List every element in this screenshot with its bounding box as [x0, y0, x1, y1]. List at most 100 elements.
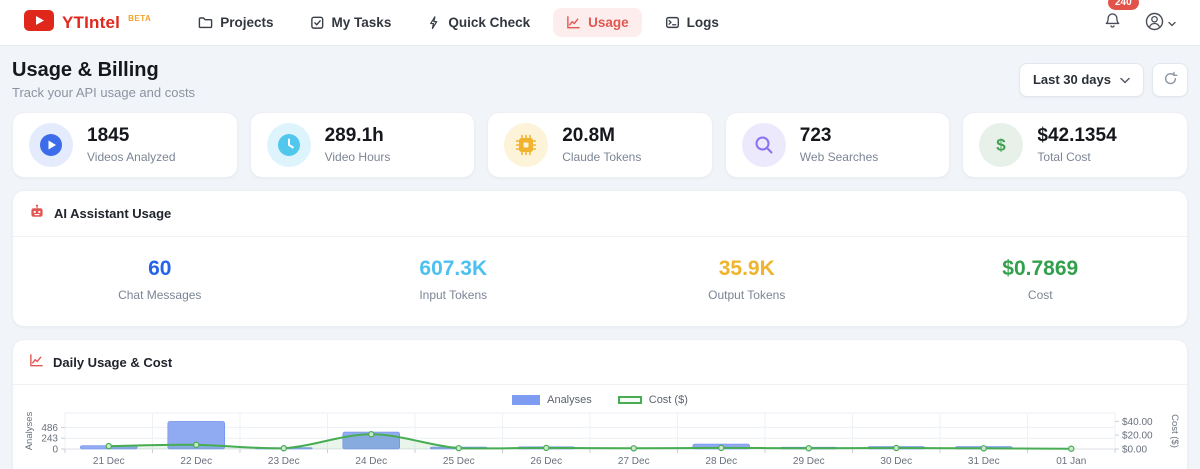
svg-text:01 Jan: 01 Jan — [1056, 456, 1086, 467]
nav-item-quick-check[interactable]: Quick Check — [414, 8, 543, 37]
stat-cards-row: 1845 Videos Analyzed 289.1h Video Hours … — [12, 112, 1188, 178]
date-range-select[interactable]: Last 30 days — [1018, 62, 1144, 97]
svg-text:25 Dec: 25 Dec — [443, 456, 475, 467]
ai-stat-value: 35.9K — [718, 257, 775, 280]
svg-text:$: $ — [997, 136, 1007, 155]
usage-chart-icon — [566, 15, 581, 30]
svg-text:0: 0 — [52, 445, 58, 456]
stat-card-videos-analyzed: 1845 Videos Analyzed — [12, 112, 238, 178]
chevron-down-icon — [1168, 15, 1176, 30]
svg-text:Analyses: Analyses — [24, 411, 35, 450]
robot-icon — [29, 204, 45, 223]
page-title: Usage & Billing — [12, 59, 159, 81]
avatar-icon — [1144, 11, 1165, 35]
nav-item-label: Usage — [588, 15, 629, 30]
daily-usage-chart: 486 243 0 $40.00 $20.00 $0.00 21 Dec 22 Dec 23 D… — [13, 407, 1187, 469]
ai-stat-input-tokens: 607.3K Input Tokens — [307, 257, 601, 302]
svg-text:$40.00: $40.00 — [1122, 417, 1153, 428]
nav-item-label: Logs — [686, 15, 719, 30]
clock-icon — [266, 123, 311, 167]
ai-usage-stats: 60 Chat Messages 607.3K Input Tokens 35.… — [13, 237, 1187, 326]
svg-text:30 Dec: 30 Dec — [880, 456, 912, 467]
stat-label: Video Hours — [324, 149, 391, 164]
svg-text:23 Dec: 23 Dec — [268, 456, 300, 467]
stat-card-total-cost: $ $42.1354 Total Cost — [962, 112, 1188, 178]
ai-stat-label: Output Tokens — [708, 288, 786, 302]
ai-stat-value: 607.3K — [419, 257, 488, 280]
stat-value: 1845 — [87, 125, 130, 147]
brand[interactable]: YTIntel BETA — [24, 9, 151, 36]
page-header: Usage & Billing Track your API usage and… — [12, 59, 1188, 100]
folder-icon — [198, 15, 213, 30]
svg-text:28 Dec: 28 Dec — [705, 456, 737, 467]
nav-item-label: My Tasks — [331, 15, 392, 30]
svg-text:31 Dec: 31 Dec — [968, 456, 1000, 467]
bell-icon — [1103, 13, 1122, 34]
tasks-icon — [310, 15, 325, 30]
ai-stat-value: 60 — [148, 257, 172, 280]
user-menu-button[interactable] — [1144, 11, 1176, 35]
youtube-play-logo-icon — [24, 9, 54, 36]
ai-stat-label: Chat Messages — [118, 288, 202, 302]
svg-text:$20.00: $20.00 — [1122, 431, 1153, 442]
stat-card-web-searches: 723 Web Searches — [724, 112, 951, 178]
logs-icon — [665, 15, 680, 30]
svg-text:Cost ($): Cost ($) — [1169, 414, 1179, 448]
refresh-button[interactable] — [1152, 62, 1188, 97]
stat-label: Total Cost — [1037, 149, 1091, 164]
chip-icon — [504, 123, 549, 167]
daily-usage-cost-panel: Daily Usage & Cost Analyses Cost ($) 486… — [12, 339, 1188, 469]
svg-text:24 Dec: 24 Dec — [355, 456, 387, 467]
ai-stat-chat-messages: 60 Chat Messages — [13, 257, 307, 302]
nav-item-usage[interactable]: Usage — [553, 8, 642, 37]
analyses-swatch — [512, 395, 541, 405]
ai-stat-label: Input Tokens — [419, 288, 488, 302]
stat-card-video-hours: 289.1h Video Hours — [249, 112, 476, 178]
nav-items: Projects My Tasks Quick Check Usage Logs — [185, 8, 732, 37]
ai-stat-cost: $0.7869 Cost — [894, 257, 1188, 302]
stat-value: 723 — [799, 125, 832, 147]
nav-item-label: Quick Check — [448, 15, 531, 30]
stat-label: Claude Tokens — [562, 149, 642, 164]
svg-text:27 Dec: 27 Dec — [618, 456, 650, 467]
notification-count-badge: 240 — [1108, 0, 1139, 10]
brand-name: YTIntel — [62, 12, 121, 32]
line-chart-icon — [29, 353, 44, 371]
play-icon — [29, 123, 73, 167]
ai-stat-label: Cost — [1027, 288, 1053, 302]
date-range-value: Last 30 days — [1032, 72, 1111, 87]
nav-item-label: Projects — [220, 15, 274, 30]
svg-text:26 Dec: 26 Dec — [530, 456, 562, 467]
stat-value: 289.1h — [324, 125, 384, 147]
legend-label: Analyses — [547, 394, 592, 406]
svg-text:$0.00: $0.00 — [1122, 445, 1147, 456]
top-navbar: YTIntel BETA Projects My Tasks Quick Che… — [0, 0, 1200, 46]
legend-label: Cost ($) — [648, 394, 688, 406]
panel-title: Daily Usage & Cost — [53, 354, 173, 370]
stat-label: Videos Analyzed — [87, 149, 176, 164]
dollar-icon: $ — [979, 123, 1024, 167]
nav-item-projects[interactable]: Projects — [185, 8, 286, 37]
stat-card-claude-tokens: 20.8M Claude Tokens — [487, 112, 713, 178]
svg-text:21 Dec: 21 Dec — [93, 456, 125, 467]
search-icon — [741, 123, 786, 167]
legend-item-cost[interactable]: Cost ($) — [617, 394, 688, 406]
nav-item-logs[interactable]: Logs — [652, 8, 732, 37]
stat-value: $42.1354 — [1037, 125, 1117, 147]
svg-text:243: 243 — [41, 434, 58, 445]
cost-swatch — [617, 396, 642, 404]
nav-item-my-tasks[interactable]: My Tasks — [297, 8, 405, 37]
ai-stat-value: $0.7869 — [1002, 257, 1079, 280]
page-subtitle: Track your API usage and costs — [12, 85, 196, 100]
ai-stat-output-tokens: 35.9K Output Tokens — [600, 257, 894, 302]
legend-item-analyses[interactable]: Analyses — [512, 394, 592, 406]
ai-assistant-usage-panel: AI Assistant Usage 60 Chat Messages 607.… — [12, 190, 1188, 327]
bolt-icon — [427, 15, 441, 30]
stat-value: 20.8M — [562, 125, 615, 147]
svg-text:29 Dec: 29 Dec — [793, 456, 825, 467]
chevron-down-icon — [1120, 72, 1130, 87]
svg-text:486: 486 — [41, 423, 58, 434]
chart-legend: Analyses Cost ($) — [13, 385, 1187, 407]
nav-right: 240 — [1101, 0, 1176, 36]
notifications-button[interactable]: 240 — [1101, 0, 1139, 36]
